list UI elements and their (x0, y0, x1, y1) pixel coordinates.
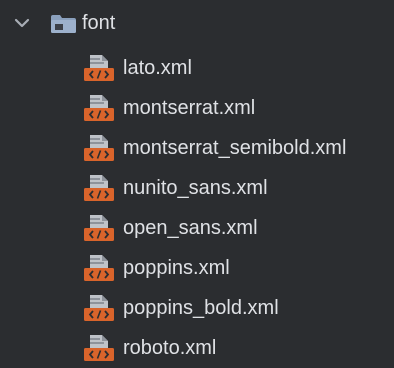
xml-file-icon (84, 215, 114, 241)
file-name: open_sans.xml (123, 217, 258, 239)
file-name: montserrat_semibold.xml (123, 137, 347, 159)
project-tree: font lato.xml montserrat.xml montserrat_se… (0, 0, 394, 361)
file-name: poppins_bold.xml (123, 297, 279, 319)
tree-file-item[interactable]: montserrat_semibold.xml (0, 128, 394, 168)
tree-file-item[interactable]: poppins_bold.xml (0, 288, 394, 328)
xml-file-icon (84, 135, 114, 161)
xml-file-icon (84, 55, 114, 81)
file-name: poppins.xml (123, 257, 230, 279)
xml-file-icon (84, 295, 114, 321)
xml-file-icon (84, 255, 114, 281)
file-name: nunito_sans.xml (123, 177, 268, 199)
tree-file-item[interactable]: montserrat.xml (0, 88, 394, 128)
file-name: lato.xml (123, 57, 192, 79)
folder-name: font (82, 12, 116, 34)
file-name: montserrat.xml (123, 97, 256, 119)
tree-file-item[interactable]: lato.xml (0, 48, 394, 88)
tree-file-item[interactable]: poppins.xml (0, 248, 394, 288)
xml-file-icon (84, 335, 114, 361)
tree-folder-font[interactable]: font (0, 0, 394, 44)
folder-icon (51, 15, 76, 33)
tree-file-item[interactable]: open_sans.xml (0, 208, 394, 248)
xml-file-icon (84, 175, 114, 201)
chevron-down-icon[interactable] (13, 17, 31, 29)
tree-file-item[interactable]: roboto.xml (0, 328, 394, 368)
file-name: roboto.xml (123, 337, 217, 359)
xml-file-icon (84, 95, 114, 121)
tree-file-item[interactable]: nunito_sans.xml (0, 168, 394, 208)
